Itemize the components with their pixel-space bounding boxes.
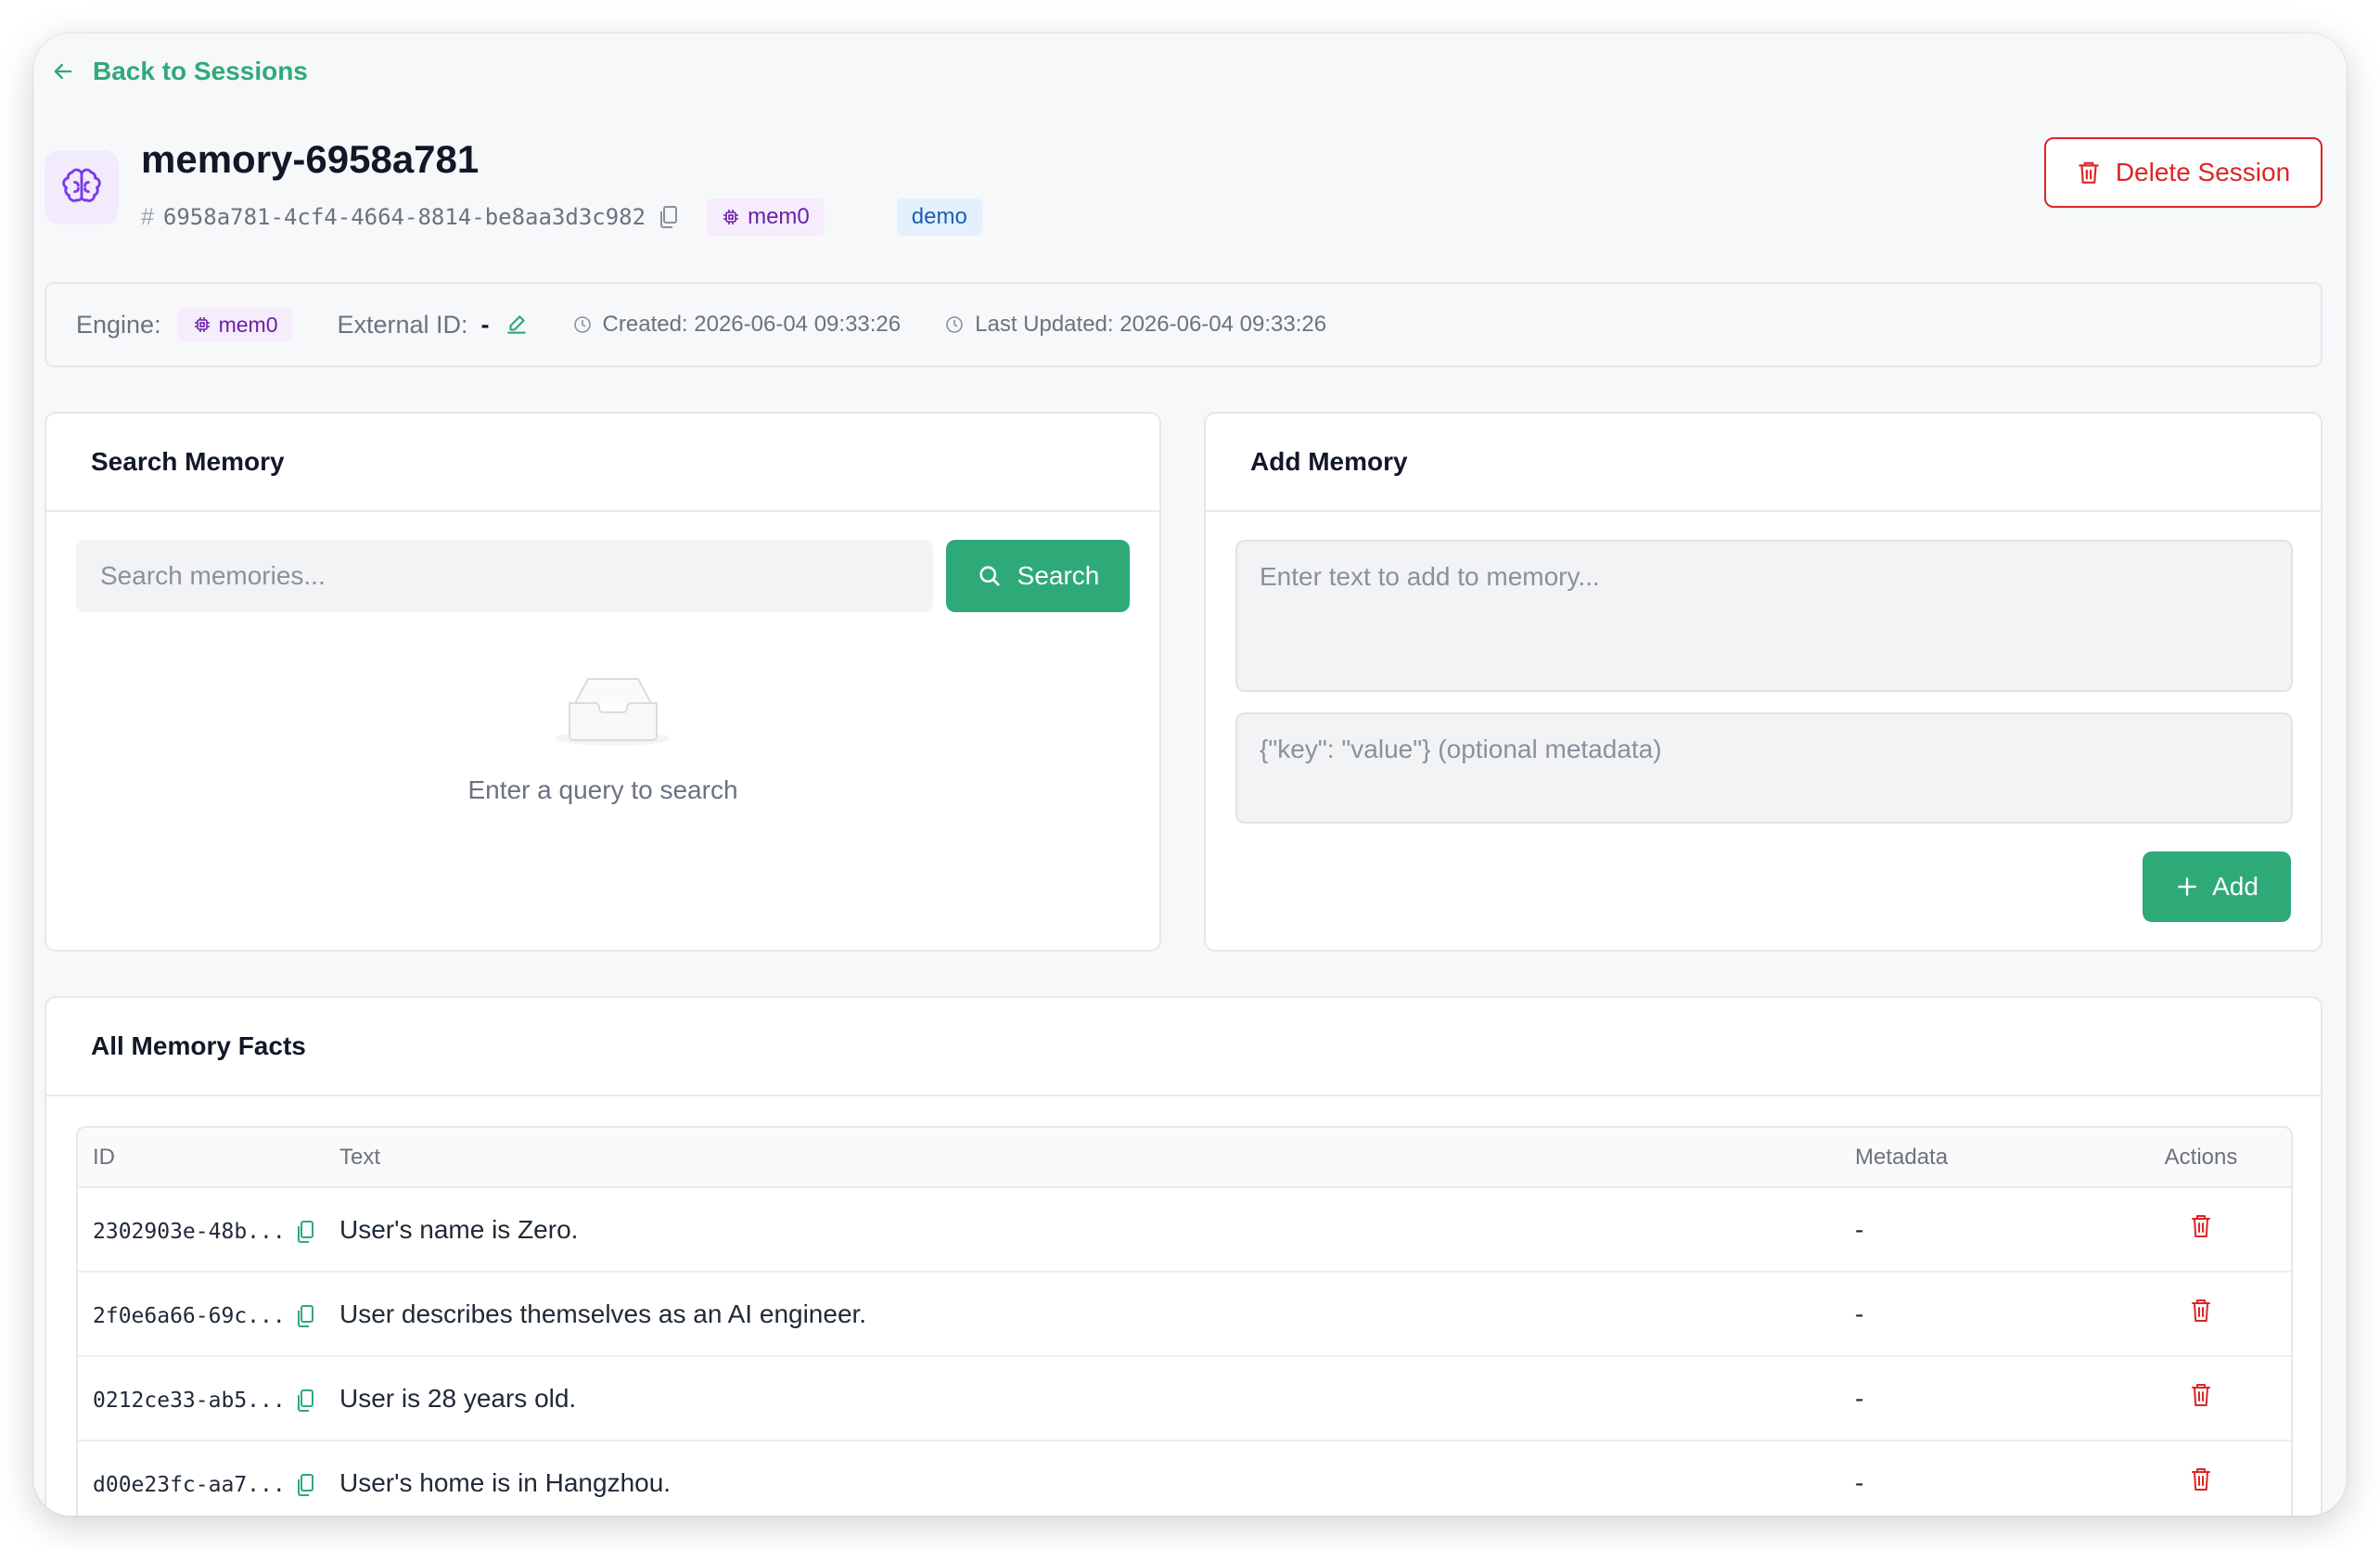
fact-text: User's name is Zero. (339, 1187, 1855, 1273)
add-memory-card: Add Memory Add (1204, 412, 2322, 952)
table-header-row: ID Text Metadata Actions (78, 1128, 2291, 1188)
table-row: 0212ce33-ab5... User is 28 years old. - (78, 1356, 2291, 1441)
last-updated-text: Last Updated: 2026-06-04 09:33:26 (975, 312, 1327, 337)
table-row: d00e23fc-aa7... User's home is in Hangzh… (78, 1440, 2291, 1516)
memory-facts-table: ID Text Metadata Actions 2302903e-48b...… (76, 1126, 2293, 1516)
search-input[interactable] (76, 540, 933, 612)
copy-icon[interactable] (659, 205, 679, 229)
session-id: 6958a781-4cf4-4664-8814-be8aa3d3c982 (162, 204, 646, 230)
fact-id: d00e23fc-aa7... (93, 1472, 286, 1497)
brain-icon (62, 168, 101, 202)
fact-id-cell: d00e23fc-aa7... (78, 1440, 339, 1516)
copy-icon[interactable] (297, 1389, 315, 1413)
card-divider (1206, 510, 2321, 512)
chip-icon (194, 317, 210, 332)
memory-text-field[interactable] (1235, 540, 2293, 692)
add-button-label: Add (2212, 872, 2258, 901)
fact-actions-cell (2111, 1356, 2291, 1441)
fact-id: 0212ce33-ab5... (93, 1388, 286, 1413)
fact-metadata: - (1855, 1187, 2111, 1273)
search-memory-title: Search Memory (91, 447, 285, 476)
engine-tag: mem0 (707, 198, 825, 236)
engine-value-tag: mem0 (177, 308, 293, 341)
column-header-id: ID (78, 1128, 339, 1188)
last-updated-timestamp: Last Updated: 2026-06-04 09:33:26 (945, 312, 1326, 338)
fact-actions-cell (2111, 1187, 2291, 1273)
memory-facts-card: All Memory Facts ID Text Metadata Action… (45, 996, 2322, 1516)
engine-label: Engine: (76, 310, 161, 339)
external-id-label: External ID: (337, 310, 468, 339)
session-meta-row: # 6958a781-4cf4-4664-8814-be8aa3d3c982 m… (141, 197, 982, 237)
chip-icon (723, 210, 739, 224)
fact-text: User's home is in Hangzhou. (339, 1440, 1855, 1516)
clock-icon (946, 316, 963, 333)
metadata-field[interactable] (1235, 712, 2293, 824)
created-text: Created: 2026-06-04 09:33:26 (602, 312, 902, 337)
page-title: memory-6958a781 (141, 137, 480, 181)
app-window: Back to Sessions memory-6958a781 # 6958a… (33, 33, 2347, 1516)
trash-icon[interactable] (2190, 1298, 2212, 1324)
empty-inbox-icon (556, 678, 671, 746)
created-timestamp: Created: 2026-06-04 09:33:26 (573, 312, 902, 338)
demo-tag: demo (896, 198, 982, 236)
search-button-label: Search (1017, 561, 1100, 590)
search-empty-text: Enter a query to search (467, 775, 738, 804)
fact-id-cell: 2f0e6a66-69c... (78, 1272, 339, 1357)
fact-actions-cell (2111, 1272, 2291, 1357)
column-header-actions: Actions (2111, 1128, 2291, 1188)
delete-session-button[interactable]: Delete Session (2044, 137, 2322, 208)
fact-id-cell: 2302903e-48b... (78, 1187, 339, 1273)
search-icon (979, 566, 1000, 586)
copy-icon[interactable] (297, 1304, 315, 1328)
edit-icon[interactable] (505, 313, 529, 337)
table-row: 2302903e-48b... User's name is Zero. - (78, 1187, 2291, 1273)
engine-value: mem0 (218, 312, 278, 337)
fact-metadata: - (1855, 1356, 2111, 1441)
add-memory-button[interactable]: Add (2143, 851, 2291, 922)
external-id-value: - (480, 310, 490, 339)
fact-text: User describes themselves as an AI engin… (339, 1272, 1855, 1357)
session-info-bar: Engine: mem0 External ID: - Created: 202… (45, 282, 2322, 367)
copy-icon[interactable] (297, 1220, 315, 1244)
session-avatar (45, 150, 119, 224)
arrow-left-icon (54, 63, 72, 80)
trash-icon (2079, 161, 2099, 184)
card-divider (46, 1095, 2321, 1096)
clock-icon (573, 316, 591, 333)
plus-icon (2178, 877, 2196, 896)
back-to-sessions-label: Back to Sessions (93, 57, 308, 85)
memory-facts-title: All Memory Facts (91, 1031, 306, 1060)
delete-session-label: Delete Session (2115, 158, 2291, 186)
back-to-sessions-link[interactable]: Back to Sessions (50, 56, 308, 87)
fact-actions-cell (2111, 1440, 2291, 1516)
fact-metadata: - (1855, 1440, 2111, 1516)
copy-icon[interactable] (297, 1473, 315, 1497)
add-memory-title: Add Memory (1250, 447, 1408, 476)
fact-id-cell: 0212ce33-ab5... (78, 1356, 339, 1441)
trash-icon[interactable] (2190, 1213, 2212, 1239)
search-memory-card: Search Memory Search Enter a query to se… (45, 412, 1161, 952)
column-header-metadata: Metadata (1855, 1128, 2111, 1188)
table-row: 2f0e6a66-69c... User describes themselve… (78, 1272, 2291, 1357)
fact-id: 2f0e6a66-69c... (93, 1303, 286, 1328)
external-id-group: External ID: - (337, 311, 528, 339)
fact-id: 2302903e-48b... (93, 1219, 286, 1244)
trash-icon[interactable] (2190, 1382, 2212, 1408)
fact-metadata: - (1855, 1272, 2111, 1357)
hash-symbol: # (141, 203, 154, 230)
trash-icon[interactable] (2190, 1466, 2212, 1492)
engine-tag-label: mem0 (748, 204, 810, 229)
fact-text: User is 28 years old. (339, 1356, 1855, 1441)
card-divider (46, 510, 1159, 512)
column-header-text: Text (339, 1128, 1855, 1188)
search-button[interactable]: Search (946, 540, 1130, 612)
